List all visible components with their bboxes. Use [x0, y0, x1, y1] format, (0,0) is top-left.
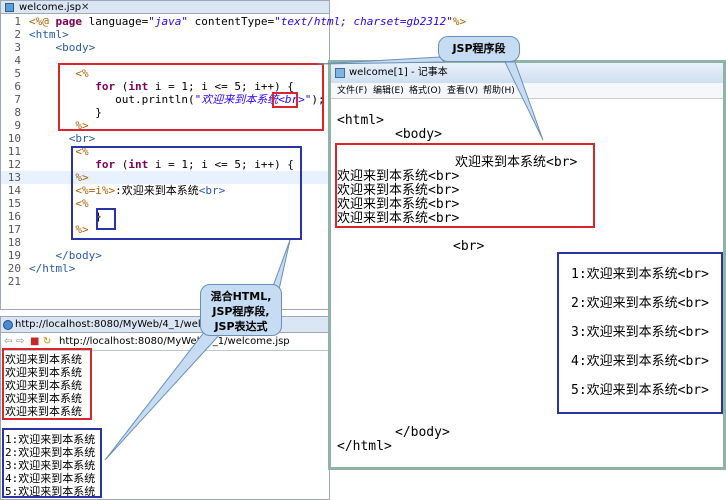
- editor-line: 1 <%@ page language="java" contentType="t…: [1, 15, 466, 28]
- line-code: </body>: [29, 249, 102, 262]
- np-br: <br>: [453, 239, 485, 254]
- np-body-open: <body>: [395, 127, 442, 142]
- line-code: <%@ page language="java" contentType="te…: [29, 15, 466, 28]
- line-number: 13: [7, 171, 21, 184]
- callout-mixed-line-1: 混合HTML,: [210, 290, 272, 303]
- np-html-open: <html>: [337, 113, 384, 128]
- code-token: <html>: [29, 28, 69, 41]
- line-number: 12: [7, 158, 21, 171]
- code-token: "java": [148, 15, 188, 28]
- line-number: 21: [7, 275, 21, 288]
- editor-line: 2 <html>: [1, 28, 331, 41]
- notepad-titlebar[interactable]: welcome[1] - 记事本: [331, 63, 723, 83]
- editor-line: 10 <br>: [1, 132, 331, 145]
- line-number: 17: [7, 223, 21, 236]
- callout-jsp-segment: JSP程序段: [438, 36, 520, 62]
- code-token: language=: [88, 15, 149, 28]
- line-number: 10: [7, 132, 21, 145]
- line-number: 11: [7, 145, 21, 158]
- editor-line: 21: [1, 275, 331, 288]
- code-token: </html>: [29, 262, 76, 275]
- code-token: %>: [452, 15, 467, 28]
- line-number: 1: [14, 15, 21, 28]
- code-token: <%@: [29, 15, 56, 28]
- line-code: </html>: [29, 262, 75, 275]
- line-number: 16: [7, 210, 21, 223]
- callout-mixed: 混合HTML, JSP程序段, JSP表达式: [200, 284, 282, 336]
- code-token: </body>: [29, 249, 102, 262]
- notepad-first-red-box: [335, 143, 595, 228]
- line-number: 5: [14, 67, 21, 80]
- callout-mixed-line-2: JSP程序段,: [212, 305, 270, 318]
- code-token: contentType=: [187, 15, 275, 28]
- editor-line: 20 </html>: [1, 262, 331, 275]
- output-second-blue-box: [2, 428, 102, 498]
- line-number: 7: [14, 93, 21, 106]
- line-code: <br>: [29, 132, 96, 145]
- line-number: 19: [7, 249, 21, 262]
- code-token: <body>: [29, 41, 96, 54]
- line-number: 4: [14, 54, 21, 67]
- output-first-red-box: [2, 348, 92, 420]
- editor-tab[interactable]: welcome.jsp ✕: [1, 1, 329, 14]
- np-html-close: </html>: [337, 439, 392, 454]
- notepad-menubar: 文件(F) 编辑(E) 格式(O) 查看(V) 帮助(H): [331, 83, 723, 99]
- callout-mixed-line-3: JSP表达式: [214, 320, 268, 333]
- line-number: 15: [7, 197, 21, 210]
- code-token: page: [55, 15, 89, 28]
- menu-file[interactable]: 文件(F): [337, 83, 367, 99]
- callout-jsp-segment-text: JSP程序段: [452, 42, 506, 55]
- line-code: <html>: [29, 28, 69, 41]
- jsp-file-icon: [5, 3, 14, 12]
- br-highlight-red-box: [272, 92, 298, 108]
- code-token: "text/html; charset=gb2312": [274, 15, 453, 28]
- line-number: 14: [7, 184, 21, 197]
- line-number: 3: [14, 41, 21, 54]
- close-icon[interactable]: ✕: [81, 1, 89, 14]
- line-number: 6: [14, 80, 21, 93]
- editor-line: 19 </body>: [1, 249, 331, 262]
- editor-tab-title: welcome.jsp: [19, 2, 82, 13]
- line-number: 18: [7, 236, 21, 249]
- menu-format[interactable]: 格式(O): [409, 83, 441, 99]
- globe-icon: [3, 320, 13, 330]
- notepad-second-blue-box: [557, 252, 723, 414]
- brace-highlight-blue-box: [96, 208, 116, 230]
- menu-view[interactable]: 查看(V): [447, 83, 478, 99]
- notepad-title: welcome[1] - 记事本: [349, 67, 448, 78]
- code-token: <br>: [29, 132, 96, 145]
- np-body-close: </body>: [395, 425, 450, 440]
- line-number: 20: [7, 262, 21, 275]
- line-code: <body>: [29, 41, 95, 54]
- line-number: 8: [14, 106, 21, 119]
- menu-edit[interactable]: 编辑(E): [373, 83, 404, 99]
- notepad-icon: [335, 68, 345, 78]
- line-number: 9: [14, 119, 21, 132]
- menu-help[interactable]: 帮助(H): [483, 83, 515, 99]
- editor-line: 3 <body>: [1, 41, 331, 54]
- line-number: 2: [14, 28, 21, 41]
